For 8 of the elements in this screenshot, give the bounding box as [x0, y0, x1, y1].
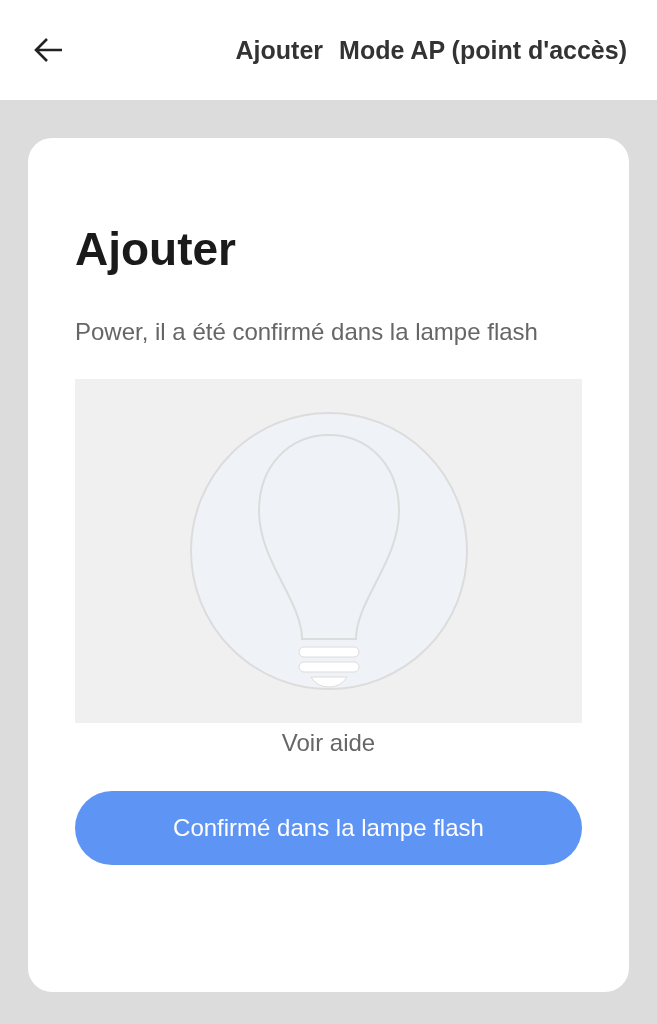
back-button[interactable] [34, 37, 64, 63]
screen-title: Ajouter [235, 35, 324, 65]
back-arrow-icon [34, 37, 64, 63]
screen-title: Mode AP (point d'accès) [339, 35, 627, 65]
description: Power, il a été confirmé dans la lampe flash [75, 317, 539, 348]
heading: Ajouter [75, 222, 237, 277]
help-link[interactable]: Voir aide [281, 729, 376, 758]
confirm-button[interactable]: Confirmé dans la lampe flash [75, 791, 582, 866]
